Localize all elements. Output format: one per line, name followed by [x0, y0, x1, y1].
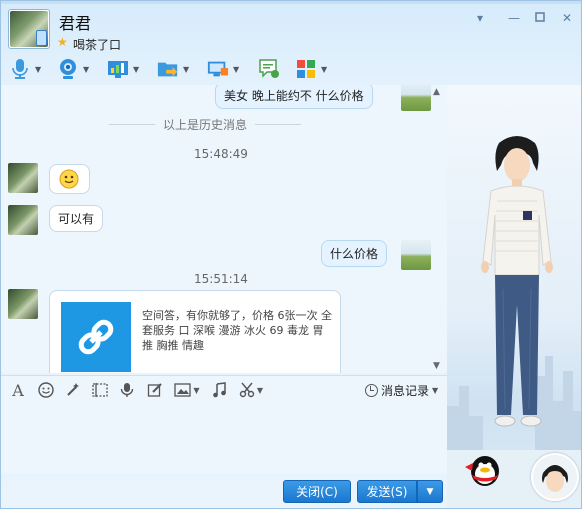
chevron-down-icon[interactable]: ▼: [233, 65, 239, 74]
show-avatar-panel: [447, 85, 581, 508]
emoji-face-icon[interactable]: [37, 381, 55, 399]
message-history-button[interactable]: 消息记录 ▼: [365, 381, 438, 399]
my-avatar-small[interactable]: [401, 240, 431, 270]
contact-avatar[interactable]: [8, 9, 50, 49]
microphone-icon: [9, 58, 31, 80]
send-file-folder-icon: [157, 58, 179, 80]
close-window-icon[interactable]: ✕: [559, 11, 575, 25]
message-button[interactable]: [258, 57, 280, 81]
dropdown-menu-icon[interactable]: ▾: [472, 11, 488, 25]
message-bubble-received: 可以有: [49, 205, 104, 232]
chat-window: 君君 ★ 喝茶了口 ▾ — ✕ ▼ ▼ ▼ ▼ ▼ ▼ 美女 晚上能约不 什么价…: [0, 0, 582, 509]
edit-note-icon[interactable]: [146, 381, 164, 399]
contact-avatar-small[interactable]: [8, 289, 38, 319]
send-image-button[interactable]: ▼: [172, 381, 202, 399]
send-button[interactable]: 发送(S): [357, 480, 417, 503]
clock-icon: [365, 383, 378, 397]
apps-button[interactable]: ▼: [295, 57, 327, 81]
screenshot-capture-icon[interactable]: [91, 381, 109, 399]
music-note-icon[interactable]: [210, 381, 228, 399]
send-file-button[interactable]: ▼: [157, 57, 189, 81]
font-icon[interactable]: A: [9, 381, 27, 400]
message-bubble-icon: [258, 58, 280, 80]
video-call-button[interactable]: ▼: [57, 57, 89, 81]
scissors-icon: [239, 382, 255, 398]
link-icon: [78, 319, 114, 355]
history-label: 以上是历史消息: [163, 117, 248, 132]
message-input[interactable]: [1, 401, 447, 473]
my-profile-avatar[interactable]: [531, 453, 579, 501]
screenshot-button[interactable]: ▼: [236, 381, 266, 399]
video-camera-icon: [57, 58, 79, 80]
function-toolbar: ▼ ▼ ▼ ▼ ▼ ▼: [1, 55, 581, 83]
chevron-down-icon[interactable]: ▼: [321, 65, 327, 74]
voice-call-button[interactable]: ▼: [9, 57, 41, 81]
status-message: 喝茶了口: [73, 38, 122, 52]
contact-name[interactable]: 君君: [59, 10, 91, 34]
send-options-dropdown[interactable]: ▼: [417, 480, 443, 503]
message-bubble-received: [49, 164, 90, 194]
qq-penguin-logo-icon[interactable]: [463, 449, 503, 489]
chevron-down-icon[interactable]: ▼: [83, 65, 89, 74]
scroll-up-icon[interactable]: ▲: [433, 87, 440, 97]
my-avatar-small[interactable]: [401, 85, 431, 111]
screen-share-button[interactable]: ▼: [107, 57, 139, 81]
contact-avatar-small[interactable]: [8, 163, 38, 193]
link-card-thumbnail: [61, 302, 131, 372]
minimize-icon[interactable]: —: [506, 11, 522, 25]
smiley-emoji-icon: [59, 169, 79, 189]
contact-avatar-image: [10, 11, 48, 47]
message-timestamp: 15:48:49: [194, 147, 248, 161]
image-icon: [174, 383, 192, 397]
contact-avatar-small[interactable]: [8, 205, 38, 235]
link-card-text: 空间答，有你就够了，价格 6张一次 全套服务 口 深喉 漫游 冰火 69 毒龙 …: [142, 309, 332, 352]
my-profile-avatar-image: [533, 455, 577, 499]
scroll-down-icon[interactable]: ▼: [433, 361, 440, 371]
input-toolbar: A ▼ ▼ 消息记录 ▼: [1, 375, 447, 401]
close-button[interactable]: 关闭(C): [283, 480, 351, 503]
cartoon-avatar-figure[interactable]: [477, 129, 557, 459]
message-timestamp: 15:51:14: [194, 272, 248, 286]
chevron-down-icon[interactable]: ▼: [257, 386, 263, 395]
remote-assist-button[interactable]: ▼: [207, 57, 239, 81]
remote-assist-icon: [207, 58, 229, 80]
chevron-down-icon[interactable]: ▼: [35, 65, 41, 74]
chevron-down-icon[interactable]: ▼: [193, 386, 199, 395]
message-bubble-sent: 美女 晚上能约不 什么价格: [215, 85, 373, 109]
magic-wand-icon[interactable]: [64, 381, 82, 399]
apps-grid-icon: [295, 58, 317, 80]
history-separator: 以上是历史消息: [109, 117, 302, 132]
chevron-down-icon[interactable]: ▼: [183, 65, 189, 74]
chat-history[interactable]: 美女 晚上能约不 什么价格 ▲ 以上是历史消息 15:48:49 可以有 什么价…: [1, 85, 447, 373]
screen-share-icon: [107, 58, 129, 80]
star-icon: ★: [57, 35, 68, 49]
maximize-icon[interactable]: [532, 11, 548, 25]
message-history-label: 消息记录: [381, 383, 430, 398]
voice-message-icon[interactable]: [118, 381, 136, 399]
link-share-card[interactable]: 空间答，有你就够了，价格 6张一次 全套服务 口 深喉 漫游 冰火 69 毒龙 …: [49, 290, 341, 373]
message-bubble-sent: 什么价格: [321, 240, 388, 267]
top-stripe: [1, 1, 581, 4]
chevron-down-icon[interactable]: ▼: [133, 65, 139, 74]
mobile-online-icon: [36, 30, 47, 46]
chevron-down-icon: ▼: [432, 385, 439, 395]
